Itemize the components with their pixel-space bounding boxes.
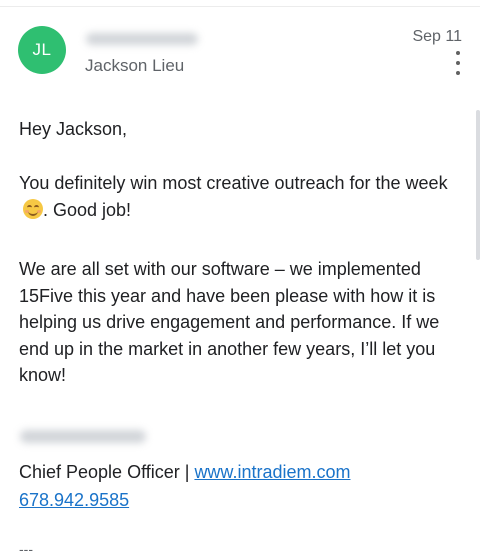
redacted-signature-name — [20, 430, 146, 443]
email-message-view: JL Jackson Lieu Sep 11 Hey Jackson, You … — [0, 0, 480, 560]
avatar[interactable]: JL — [18, 26, 66, 74]
more-options-dot — [456, 51, 460, 55]
more-options-dot — [456, 71, 460, 75]
phone-link[interactable]: 678.942.9585 — [19, 487, 129, 513]
signature-separator: --- — [19, 541, 33, 557]
message-paragraph-1: You definitely win most creative outreac… — [19, 170, 459, 223]
greeting-text: Hey Jackson, — [19, 119, 128, 139]
website-link[interactable]: www.intradiem.com — [194, 462, 350, 482]
signature-title-line: Chief People Officer | www.intradiem.com — [19, 459, 350, 485]
signature-title: Chief People Officer | — [19, 462, 195, 482]
avatar-initials: JL — [32, 40, 52, 59]
message-paragraph-2: We are all set with our software – we im… — [19, 259, 440, 385]
redacted-sender-email — [86, 33, 198, 45]
more-options-icon[interactable] — [451, 51, 465, 75]
more-options-dot — [456, 61, 460, 65]
paragraph-1-text: You definitely win most creative outreac… — [19, 173, 448, 193]
top-divider — [0, 6, 480, 7]
smiling-face-icon — [23, 198, 43, 219]
sender-name[interactable]: Jackson Lieu — [85, 56, 184, 76]
scrollbar[interactable] — [476, 110, 480, 260]
message-date: Sep 11 — [412, 28, 462, 45]
paragraph-1-ending: . Good job! — [43, 199, 132, 220]
